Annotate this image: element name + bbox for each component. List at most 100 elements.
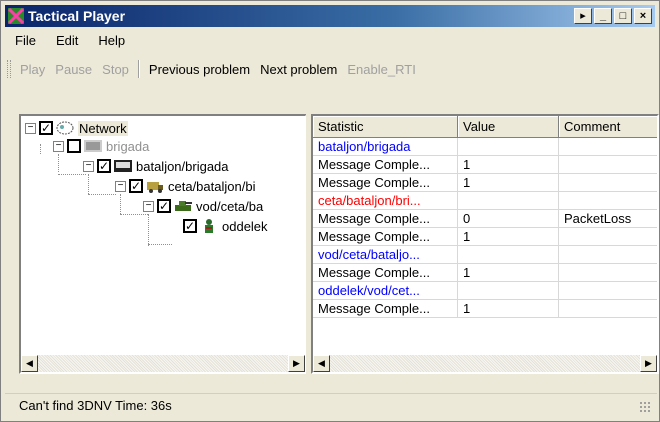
cell-comment xyxy=(559,192,657,210)
menu-bar: File Edit Help xyxy=(5,29,135,51)
tree-label: oddelek xyxy=(222,218,268,234)
tree-horizontal-scrollbar[interactable]: ◀ ▶ xyxy=(21,355,305,372)
cell-value xyxy=(458,282,559,300)
tree-node-ceta[interactable]: − ✓ ceta/bataljon/bi xyxy=(115,176,255,196)
collapse-toggle[interactable]: − xyxy=(143,200,154,212)
tree-connector xyxy=(58,154,59,172)
enable-rti-button[interactable]: Enable_RTI xyxy=(342,62,420,77)
tree-label: ceta/bataljon/bi xyxy=(168,178,256,194)
ceta-checkbox[interactable]: ✓ xyxy=(129,179,143,193)
toolbar-separator xyxy=(137,60,140,78)
tree-label: brigada xyxy=(106,138,150,154)
cell-comment xyxy=(559,300,657,318)
table-row[interactable]: Message Comple... 1 xyxy=(313,300,657,318)
tree-connector xyxy=(58,174,86,175)
network-checkbox[interactable]: ✓ xyxy=(39,121,53,135)
collapse-toggle[interactable]: − xyxy=(115,180,126,192)
menu-file[interactable]: File xyxy=(5,29,46,51)
network-tree-panel[interactable]: − ✓ Network − brigada − ✓ bataljon/briga… xyxy=(19,114,307,374)
network-cloud-icon xyxy=(55,120,75,136)
toolbar-grip[interactable] xyxy=(7,60,11,78)
cell-statistic: vod/ceta/bataljo... xyxy=(313,246,458,264)
cell-statistic: Message Comple... xyxy=(313,264,458,282)
toolbar: Play Pause Stop Previous problem Next pr… xyxy=(5,56,655,82)
oddelek-checkbox[interactable]: ✓ xyxy=(183,219,197,233)
collapse-toggle[interactable]: − xyxy=(83,160,94,172)
table-row[interactable]: Message Comple... 1 xyxy=(313,174,657,192)
table-row[interactable]: bataljon/brigada xyxy=(313,138,657,156)
table-header: Statistic Value Comment xyxy=(313,116,657,138)
stop-button[interactable]: Stop xyxy=(97,62,134,77)
column-header-statistic[interactable]: Statistic xyxy=(313,116,458,138)
scroll-right-arrow-icon[interactable]: ▶ xyxy=(288,355,305,372)
tree-label: bataljon/brigada xyxy=(136,158,229,174)
cell-value: 1 xyxy=(458,228,559,246)
column-header-value[interactable]: Value xyxy=(458,116,559,138)
play-button[interactable]: Play xyxy=(15,62,50,77)
tree-node-oddelek[interactable]: ✓ oddelek xyxy=(183,216,268,236)
resize-grip-icon[interactable] xyxy=(639,401,651,413)
vod-checkbox[interactable]: ✓ xyxy=(157,199,171,213)
tree-node-brigada[interactable]: − brigada xyxy=(53,136,149,156)
collapse-toggle[interactable]: − xyxy=(53,140,64,152)
cell-statistic: Message Comple... xyxy=(313,300,458,318)
maximize-button[interactable]: □ xyxy=(614,8,632,24)
table-row[interactable]: vod/ceta/bataljo... xyxy=(313,246,657,264)
pause-button[interactable]: Pause xyxy=(50,62,97,77)
cell-statistic: oddelek/vod/cet... xyxy=(313,282,458,300)
cell-comment xyxy=(559,282,657,300)
cell-comment xyxy=(559,246,657,264)
tree-label: vod/ceta/ba xyxy=(196,198,264,214)
scroll-right-arrow-icon[interactable]: ▶ xyxy=(640,355,657,372)
title-bar[interactable]: Tactical Player ▸ _ □ × xyxy=(5,5,655,27)
minimize-button[interactable]: _ xyxy=(594,8,612,24)
scroll-left-arrow-icon[interactable]: ◀ xyxy=(21,355,38,372)
scroll-left-arrow-icon[interactable]: ◀ xyxy=(313,355,330,372)
cell-value: 1 xyxy=(458,156,559,174)
cell-comment xyxy=(559,174,657,192)
tree-connector xyxy=(148,244,172,245)
squad-soldier-icon xyxy=(199,218,219,234)
battalion-flag-icon xyxy=(113,158,133,174)
tree-node-network[interactable]: − ✓ Network xyxy=(25,118,128,138)
table-row[interactable]: ceta/bataljon/bri... xyxy=(313,192,657,210)
statistics-table-panel[interactable]: Statistic Value Comment bataljon/brigada… xyxy=(311,114,659,374)
table-row[interactable]: Message Comple... 1 xyxy=(313,264,657,282)
status-bar: Can't find 3DNV Time: 36s xyxy=(5,393,657,417)
cell-statistic: ceta/bataljon/bri... xyxy=(313,192,458,210)
previous-problem-button[interactable]: Previous problem xyxy=(144,62,255,77)
bataljon-checkbox[interactable]: ✓ xyxy=(97,159,111,173)
tree-connector xyxy=(88,194,116,195)
table-horizontal-scrollbar[interactable]: ◀ ▶ xyxy=(313,355,657,372)
cell-comment xyxy=(559,156,657,174)
close-button[interactable]: × xyxy=(634,8,652,24)
table-row[interactable]: Message Comple... 0 PacketLoss xyxy=(313,210,657,228)
table-row[interactable]: Message Comple... 1 xyxy=(313,156,657,174)
cell-value: 0 xyxy=(458,210,559,228)
menu-edit[interactable]: Edit xyxy=(46,29,88,51)
table-row[interactable]: oddelek/vod/cet... xyxy=(313,282,657,300)
company-truck-icon xyxy=(145,178,165,194)
tree-label: Network xyxy=(78,120,128,136)
tree-node-bataljon[interactable]: − ✓ bataljon/brigada xyxy=(83,156,229,176)
cell-value: 1 xyxy=(458,174,559,192)
cell-comment: PacketLoss xyxy=(559,210,657,228)
cell-value xyxy=(458,192,559,210)
cell-value xyxy=(458,138,559,156)
tree-connector xyxy=(120,194,121,214)
cell-comment xyxy=(559,228,657,246)
tree-node-vod[interactable]: − ✓ vod/ceta/ba xyxy=(143,196,263,216)
tree-connector xyxy=(40,144,41,154)
cell-statistic: Message Comple... xyxy=(313,228,458,246)
context-help-button[interactable]: ▸ xyxy=(574,8,592,24)
cell-statistic: Message Comple... xyxy=(313,210,458,228)
brigada-checkbox[interactable] xyxy=(67,139,81,153)
table-row[interactable]: Message Comple... 1 xyxy=(313,228,657,246)
tree-connector xyxy=(88,174,89,194)
status-text: Can't find 3DNV Time: 36s xyxy=(19,398,172,413)
column-header-comment[interactable]: Comment xyxy=(559,116,657,138)
collapse-toggle[interactable]: − xyxy=(25,122,36,134)
next-problem-button[interactable]: Next problem xyxy=(255,62,342,77)
menu-help[interactable]: Help xyxy=(88,29,135,51)
cell-statistic: Message Comple... xyxy=(313,174,458,192)
